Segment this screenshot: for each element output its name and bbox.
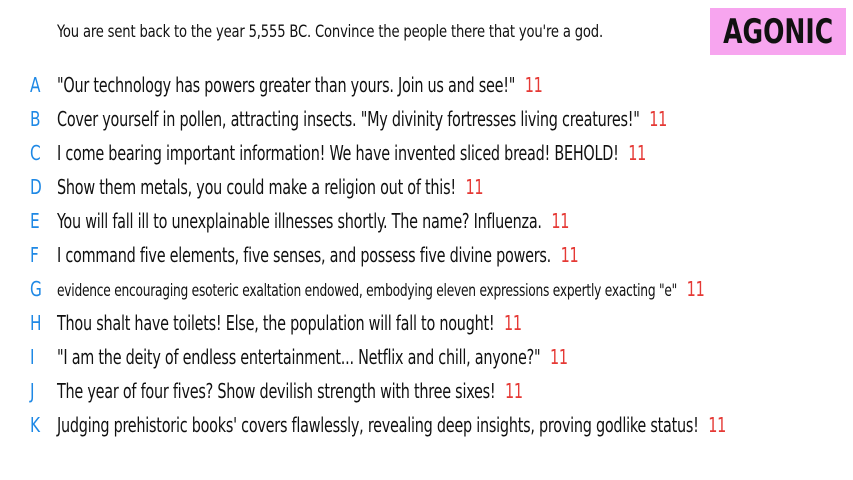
answer-line: I come bearing important information! We… [57, 141, 646, 165]
answer-score: 11 [560, 243, 579, 267]
answer-row: F I command five elements, five senses, … [0, 240, 853, 270]
answer-score: 11 [550, 345, 568, 369]
agonic-badge: AGONIC [710, 8, 846, 55]
answer-row: D Show them metals, you could make a rel… [0, 172, 853, 202]
answer-score: 11 [686, 277, 705, 301]
answer-text: Show them metals, you could make a relig… [57, 175, 456, 199]
answer-row: K Judging prehistoric books' covers flaw… [0, 410, 853, 440]
answer-letter: A [30, 73, 41, 97]
answer-line: Show them metals, you could make a relig… [57, 175, 484, 199]
answer-line: evidence encouraging esoteric exaltation… [57, 277, 705, 301]
answer-row: E You will fall ill to unexplainable ill… [0, 206, 853, 236]
answer-text: I command five elements, five senses, an… [57, 243, 551, 267]
answer-line: Cover yourself in pollen, attracting ins… [57, 107, 667, 131]
answer-text: I come bearing important information! We… [57, 141, 619, 165]
answer-line: Thou shalt have toilets! Else, the popul… [57, 311, 522, 335]
answer-text: Thou shalt have toilets! Else, the popul… [57, 311, 495, 335]
answer-score: 11 [505, 379, 523, 403]
answer-letter: B [30, 107, 41, 131]
answer-score: 11 [628, 141, 647, 165]
answer-letter: D [30, 175, 42, 199]
answer-letter: G [30, 277, 42, 301]
question-prompt: You are sent back to the year 5,555 BC. … [57, 22, 603, 42]
answer-text: Judging prehistoric books' covers flawle… [57, 413, 699, 437]
answer-line: Judging prehistoric books' covers flawle… [57, 413, 726, 437]
answer-letter: H [30, 311, 42, 335]
answer-letter: F [30, 243, 39, 267]
answer-line: I command five elements, five senses, an… [57, 243, 579, 267]
answer-score: 11 [551, 209, 570, 233]
answer-row: A "Our technology has powers greater tha… [0, 70, 853, 100]
answer-line: You will fall ill to unexplainable illne… [57, 209, 569, 233]
answer-text: You will fall ill to unexplainable illne… [57, 209, 542, 233]
answer-row: J The year of four fives? Show devilish … [0, 376, 853, 406]
answer-letter: K [30, 413, 41, 437]
answer-row: C I come bearing important information! … [0, 138, 853, 168]
answer-score: 11 [465, 175, 484, 199]
answer-score: 11 [504, 311, 522, 335]
answer-score: 11 [708, 413, 727, 437]
answer-line: "I am the deity of endless entertainment… [57, 345, 568, 369]
answer-text: "Our technology has powers greater than … [57, 73, 516, 97]
answer-text: "I am the deity of endless entertainment… [57, 345, 541, 369]
answer-row: H Thou shalt have toilets! Else, the pop… [0, 308, 853, 338]
answer-letter: J [30, 379, 35, 403]
answer-line: "Our technology has powers greater than … [57, 73, 543, 97]
answer-text: evidence encouraging esoteric exaltation… [57, 281, 678, 301]
answer-row: I "I am the deity of endless entertainme… [0, 342, 853, 372]
answer-text: Cover yourself in pollen, attracting ins… [57, 107, 640, 131]
answer-row: G evidence encouraging esoteric exaltati… [0, 274, 853, 304]
answer-score: 11 [524, 73, 543, 97]
answer-letter: E [30, 209, 40, 233]
answer-text: The year of four fives? Show devilish st… [57, 379, 496, 403]
agonic-badge-label: AGONIC [722, 11, 834, 52]
answer-row: B Cover yourself in pollen, attracting i… [0, 104, 853, 134]
answer-score: 11 [649, 107, 668, 131]
answer-letter: I [30, 345, 35, 369]
answer-letter: C [30, 141, 41, 165]
answer-line: The year of four fives? Show devilish st… [57, 379, 523, 403]
